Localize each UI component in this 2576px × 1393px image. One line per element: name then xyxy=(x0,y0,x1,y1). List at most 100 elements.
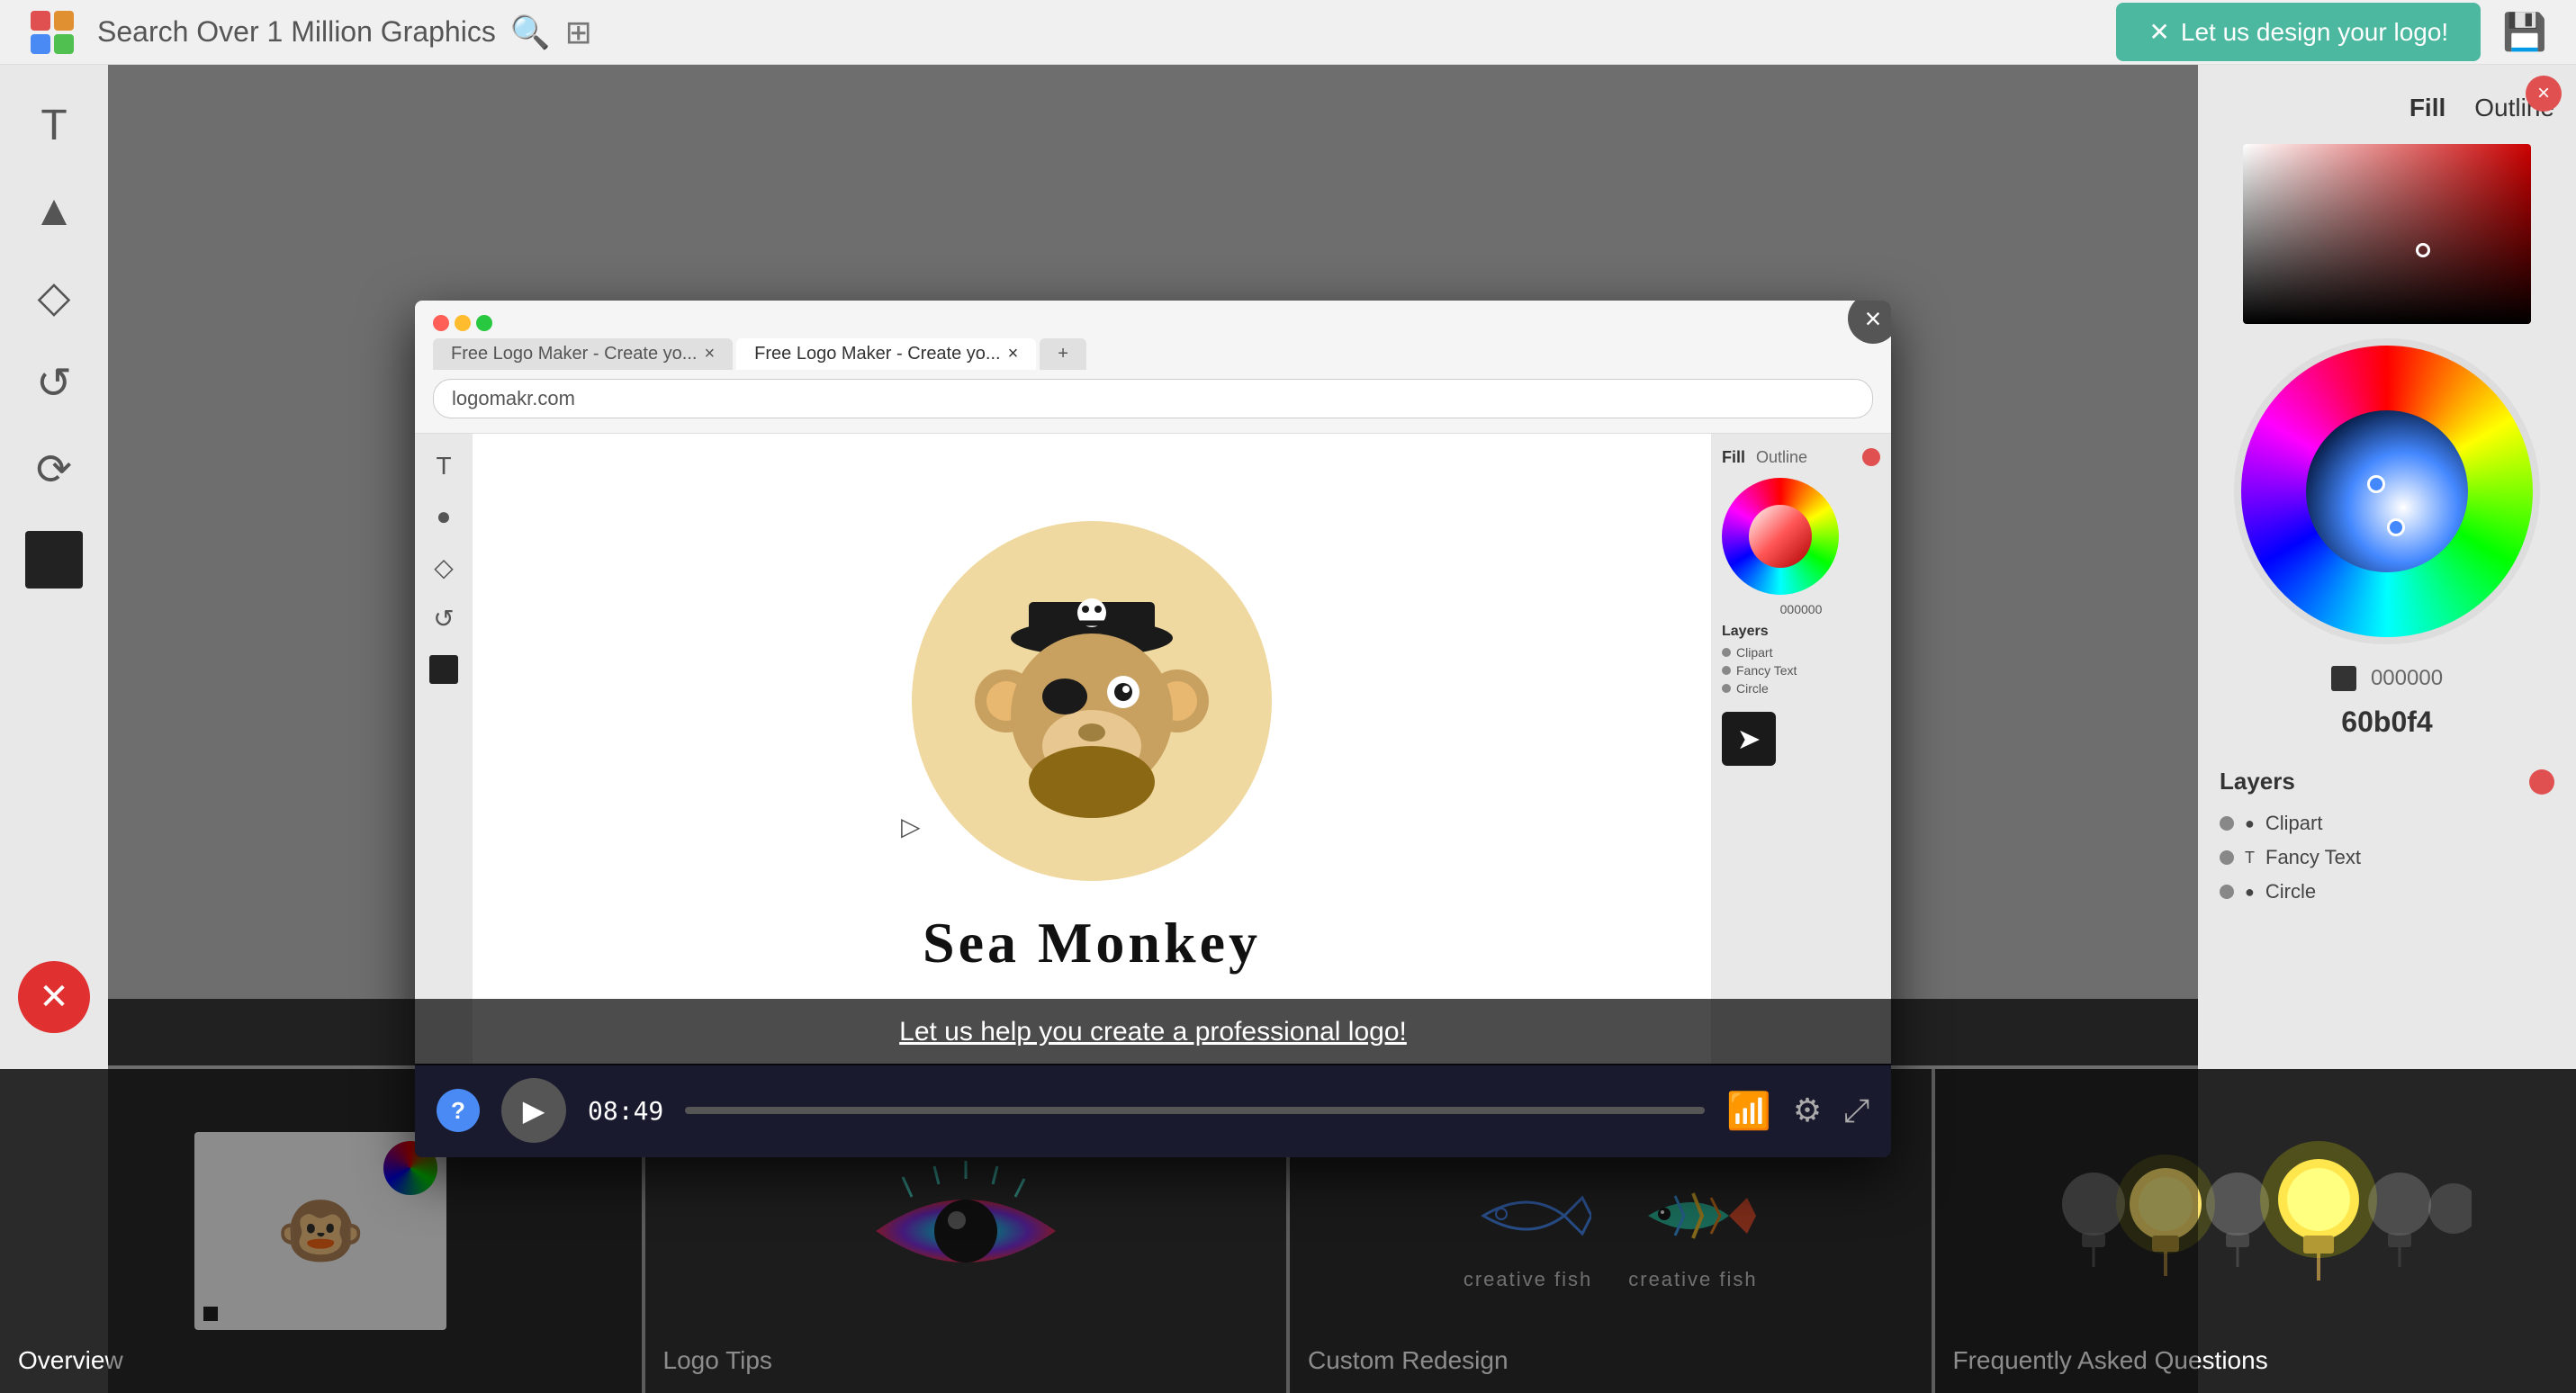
monkey-svg xyxy=(957,566,1227,836)
color-picker-cursor xyxy=(2416,243,2430,257)
color-wheel-inner xyxy=(2306,410,2468,572)
browser-chrome: Free Logo Maker - Create yo... × Free Lo… xyxy=(415,301,1891,434)
color-hex-value: 60b0f4 xyxy=(2341,705,2432,739)
mini-left-tools: T ● ◇ ↺ xyxy=(415,434,473,1064)
mini-layers-title: Layers xyxy=(1722,624,1880,640)
settings-icon[interactable]: ⚙ xyxy=(1793,1092,1822,1129)
color-preview-swatch xyxy=(2331,666,2356,691)
mini-layer-dot-1 xyxy=(1722,648,1731,657)
mini-layer-circle: Circle xyxy=(1722,679,1880,697)
layers-panel: Layers ● Clipart T Fancy Text ● Circle xyxy=(2220,768,2554,909)
mini-send-icon: ➤ xyxy=(1737,722,1761,756)
time-display: 08:49 xyxy=(588,1096,663,1126)
mini-layer-fancytext: Fancy Text xyxy=(1722,661,1880,679)
mini-layers: Layers Clipart Fancy Text Circle xyxy=(1722,624,1880,697)
fill-outline-tabs: Fill Outline × xyxy=(2220,94,2554,122)
mini-hex-value: 000000 xyxy=(1722,602,1880,616)
mini-diamond-tool[interactable]: ◇ xyxy=(434,553,454,582)
top-bar: Search Over 1 Million Graphics 🔍 ⊞ ✕ Let… xyxy=(0,0,2576,65)
bottom-close-button[interactable]: ✕ xyxy=(18,961,90,1033)
layers-close-button[interactable] xyxy=(2529,769,2554,795)
grid-view-button[interactable]: ⊞ xyxy=(565,13,592,51)
browser-tab-2[interactable]: Free Logo Maker - Create yo... × xyxy=(736,338,1036,370)
rotate-tool[interactable]: ↺ xyxy=(36,358,72,409)
color-gradient-picker[interactable] xyxy=(2243,144,2531,324)
color-hex-row: 000000 xyxy=(2331,666,2443,691)
mini-layer-dot-2 xyxy=(1722,666,1731,675)
subtitle-bar: Let us help you create a professional lo… xyxy=(108,999,2198,1065)
browser-tab-2-label: Free Logo Maker - Create yo... xyxy=(754,344,1000,364)
help-button[interactable]: ? xyxy=(437,1089,480,1132)
fullscreen-icon[interactable]: ⤢ xyxy=(1843,1092,1869,1130)
layers-title: Layers xyxy=(2220,768,2295,795)
mini-text-tool[interactable]: T xyxy=(436,452,451,481)
save-button[interactable]: 💾 xyxy=(2502,11,2547,53)
text-tool-button[interactable]: T xyxy=(41,101,67,150)
browser-tab-1[interactable]: Free Logo Maker - Create yo... × xyxy=(433,338,733,370)
mini-color-wheel[interactable] xyxy=(1722,478,1839,595)
mini-outline-label: Outline xyxy=(1756,448,1807,467)
browser-window-controls xyxy=(433,315,1873,331)
layer-dot-fancytext xyxy=(2220,850,2234,865)
browser-tab-1-close[interactable]: × xyxy=(704,344,715,364)
mini-color-tool[interactable] xyxy=(429,655,458,684)
layer-type-icon-fancytext: T xyxy=(2245,849,2255,867)
search-button[interactable]: 🔍 xyxy=(510,13,551,51)
panel-close-button[interactable]: × xyxy=(2526,76,2562,112)
layers-header: Layers xyxy=(2220,768,2554,795)
triangle-shape-tool[interactable]: ▲ xyxy=(32,186,76,236)
mini-fill-outline: Fill Outline xyxy=(1722,448,1880,467)
history-tool[interactable]: ⟳ xyxy=(36,445,72,495)
play-button[interactable]: ▶ xyxy=(501,1078,566,1143)
monkey-logo-circle xyxy=(912,521,1272,881)
mini-layer-dot-3 xyxy=(1722,684,1731,693)
layer-dot-clipart xyxy=(2220,816,2234,831)
video-controls: ? ▶ 08:49 📶 ⚙ ⤢ xyxy=(415,1064,1891,1157)
layer-item-circle[interactable]: ● Circle xyxy=(2220,875,2554,909)
search-area: Search Over 1 Million Graphics 🔍 ⊞ xyxy=(97,13,2094,51)
subtitle-text[interactable]: Let us help you create a professional lo… xyxy=(899,1017,1407,1047)
color-wheel-selector-top xyxy=(2367,475,2385,493)
video-content: T ● ◇ ↺ xyxy=(415,434,1891,1064)
mini-fill-label: Fill xyxy=(1722,448,1745,467)
browser-nav: logomakr.com xyxy=(433,379,1873,418)
browser-close-dot[interactable] xyxy=(433,315,449,331)
search-placeholder-text: Search Over 1 Million Graphics xyxy=(97,15,496,49)
layer-type-icon-clipart: ● xyxy=(2245,814,2255,833)
design-logo-icon: ✕ xyxy=(2148,17,2169,47)
color-wheel[interactable] xyxy=(2234,338,2540,644)
layer-type-icon-circle: ● xyxy=(2245,883,2255,902)
mini-rotate-tool[interactable]: ↺ xyxy=(433,604,454,634)
mini-circle-tool[interactable]: ● xyxy=(437,502,452,531)
design-logo-button[interactable]: ✕ Let us design your logo! xyxy=(2116,3,2481,61)
layer-name-circle: Circle xyxy=(2265,880,2316,903)
mini-color-wheel-inner xyxy=(1749,505,1812,568)
color-swatch[interactable] xyxy=(25,531,83,589)
logo-text: Sea Monkey xyxy=(923,910,1261,976)
mini-send-icon-container[interactable]: ➤ xyxy=(1722,712,1776,766)
color-picker: 000000 60b0f4 xyxy=(2220,144,2554,739)
browser-tab-new[interactable]: + xyxy=(1040,338,1086,370)
volume-icon[interactable]: 📶 xyxy=(1726,1090,1771,1132)
bottom-close-icon: ✕ xyxy=(39,976,69,1018)
layer-dot-circle xyxy=(2220,885,2234,899)
color-wheel-selector-bottom xyxy=(2387,518,2405,536)
browser-tab-1-label: Free Logo Maker - Create yo... xyxy=(451,344,697,364)
layer-name-clipart: Clipart xyxy=(2265,812,2323,835)
fill-tab[interactable]: Fill xyxy=(2409,94,2445,122)
diamond-tool[interactable]: ◇ xyxy=(38,272,71,322)
mini-layer-clipart: Clipart xyxy=(1722,643,1880,661)
browser-tab-2-close[interactable]: × xyxy=(1008,344,1019,364)
progress-bar[interactable] xyxy=(685,1107,1705,1114)
mini-right-panel: Fill Outline 000000 Layers Clipart xyxy=(1711,434,1891,1064)
browser-address-bar[interactable]: logomakr.com xyxy=(433,379,1873,418)
color-hex-label: 000000 xyxy=(2371,666,2443,691)
layer-item-clipart[interactable]: ● Clipart xyxy=(2220,806,2554,840)
layer-item-fancytext[interactable]: T Fancy Text xyxy=(2220,840,2554,875)
browser-maximize-dot[interactable] xyxy=(476,315,492,331)
browser-minimize-dot[interactable] xyxy=(455,315,471,331)
layer-name-fancytext: Fancy Text xyxy=(2265,846,2361,869)
video-modal-overlay: × Free Logo Maker - Create yo... × Free … xyxy=(108,65,2198,1393)
mini-panel-close[interactable] xyxy=(1862,448,1880,466)
app-logo[interactable] xyxy=(29,9,76,56)
